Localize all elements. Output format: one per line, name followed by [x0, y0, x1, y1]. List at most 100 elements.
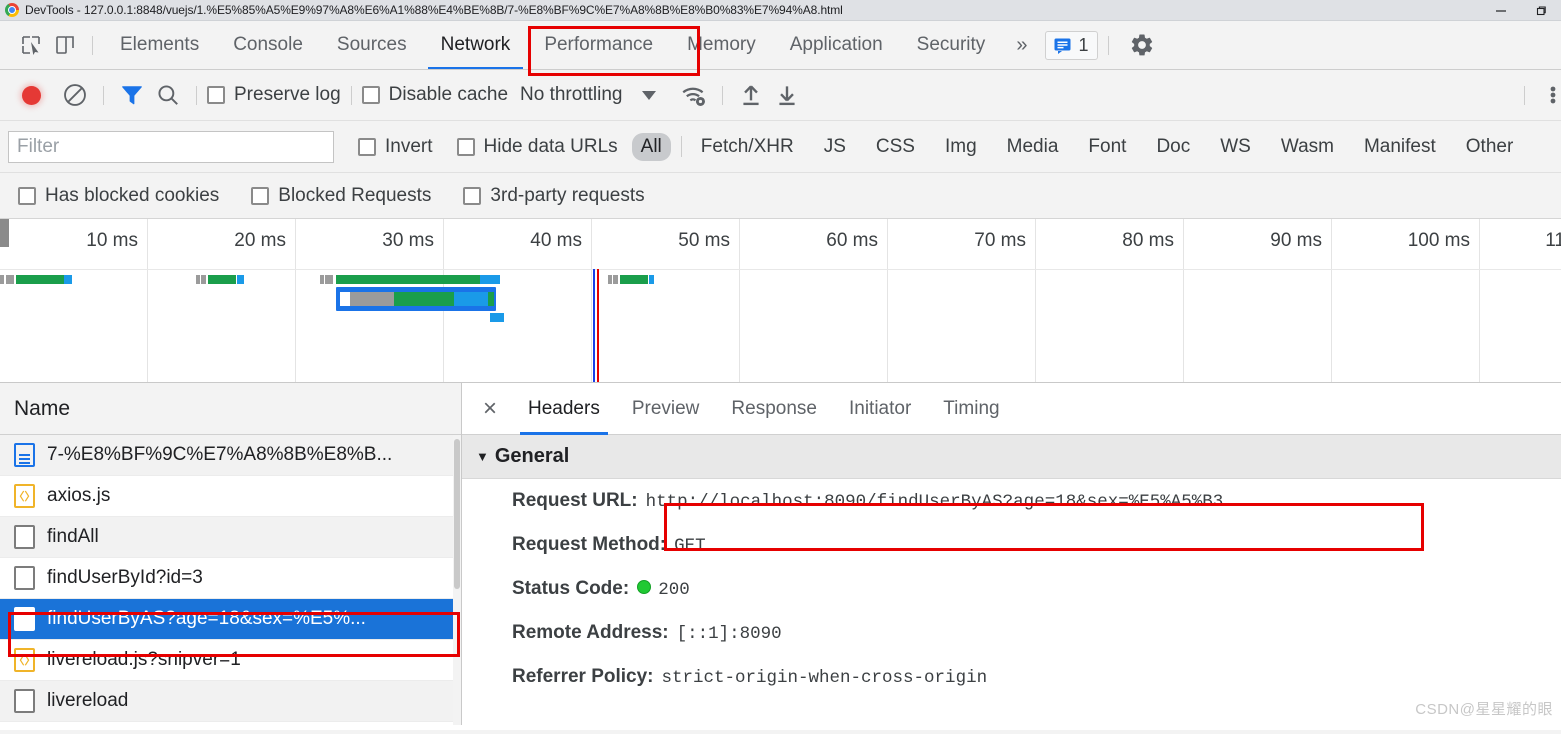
filter-type-ws[interactable]: WS [1211, 133, 1260, 161]
detail-key: Referrer Policy: [512, 666, 654, 687]
console-message-badge[interactable]: 1 [1045, 30, 1099, 60]
tab-label: Performance [544, 34, 654, 55]
filter-type-media[interactable]: Media [998, 133, 1068, 161]
detail-key: Status Code: [512, 578, 630, 599]
export-har-button[interactable] [769, 77, 805, 113]
tab-performance[interactable]: Performance [527, 21, 670, 69]
chevron-down-icon[interactable] [642, 90, 657, 100]
tab-application[interactable]: Application [773, 21, 900, 69]
network-content-area: Name 7-%E8%BF%9C%E7%A8%8B%E8%B... 〈〉 axi… [0, 383, 1561, 725]
detail-row-request-method: Request Method: GET [462, 523, 1561, 567]
clear-button[interactable] [57, 77, 93, 113]
minimize-button[interactable] [1481, 0, 1521, 21]
filter-type-wasm[interactable]: Wasm [1272, 133, 1343, 161]
third-party-requests-checkbox[interactable]: 3rd-party requests [463, 185, 645, 207]
detail-row-status-code: Status Code: 200 [462, 567, 1561, 611]
invert-checkbox[interactable]: Invert [358, 136, 433, 158]
network-overview-timeline[interactable]: 10 ms 20 ms 30 ms 40 ms 50 ms 60 ms 70 m… [0, 219, 1561, 383]
filter-toggle-button[interactable] [114, 77, 150, 113]
search-icon [158, 85, 178, 105]
request-list-header[interactable]: Name [0, 383, 461, 435]
tab-elements[interactable]: Elements [103, 21, 216, 69]
disable-cache-checkbox[interactable]: Disable cache [361, 84, 509, 106]
overflow-icon [1550, 86, 1556, 104]
tab-network[interactable]: Network [424, 21, 528, 69]
tab-label: Sources [336, 34, 407, 55]
overview-grabber[interactable] [0, 219, 9, 247]
filter-type-js[interactable]: JS [815, 133, 855, 161]
search-button[interactable] [150, 77, 186, 113]
filter-type-img[interactable]: Img [936, 133, 986, 161]
settings-button[interactable] [1129, 32, 1155, 58]
table-row[interactable]: 〈〉 livereload.js?snipver=1 [0, 640, 461, 681]
blocked-requests-checkbox[interactable]: Blocked Requests [251, 185, 431, 207]
checkbox-box [361, 86, 380, 104]
filter-type-other[interactable]: Other [1457, 133, 1523, 161]
toolbar-divider-6 [722, 85, 724, 105]
has-blocked-cookies-checkbox[interactable]: Has blocked cookies [18, 185, 219, 207]
devtools-tab-strip: Elements Console Sources Network Perform… [0, 21, 1561, 70]
preserve-log-checkbox[interactable]: Preserve log [207, 84, 341, 106]
tab-timing[interactable]: Timing [927, 383, 1015, 435]
detail-value: GET [674, 536, 706, 556]
window-bottom-edge [0, 730, 1561, 734]
tab-memory[interactable]: Memory [670, 21, 773, 69]
throttling-select[interactable]: No throttling [520, 84, 622, 106]
window-title: DevTools - 127.0.0.1:8848/vuejs/1.%E5%85… [25, 3, 843, 17]
table-row[interactable]: findUserById?id=3 [0, 558, 461, 599]
network-conditions-button[interactable] [676, 77, 712, 113]
watermark: CSDN@星星耀的眼 [1415, 701, 1553, 718]
tab-headers[interactable]: Headers [512, 383, 616, 435]
inspect-element-icon[interactable] [14, 28, 48, 62]
tab-label: Elements [120, 34, 200, 55]
filter-type-css[interactable]: CSS [867, 133, 924, 161]
table-row-selected[interactable]: findUserByAS?age=18&sex=%E5%... [0, 599, 461, 640]
window-controls [1481, 0, 1561, 21]
message-icon [1054, 38, 1071, 54]
filter-type-all[interactable]: All [631, 132, 671, 161]
detail-key: Request URL: [512, 490, 638, 511]
overview-tick-label: 60 ms [826, 230, 878, 251]
document-icon [14, 443, 35, 467]
toolbar-divider [92, 35, 93, 55]
table-row[interactable]: 7-%E8%BF%9C%E7%A8%8B%E8%B... [0, 435, 461, 476]
toolbar-divider-5 [350, 85, 352, 105]
tab-response[interactable]: Response [715, 383, 833, 435]
general-section-title: General [494, 445, 570, 467]
blocked-requests-label: Blocked Requests [278, 184, 432, 206]
hide-data-urls-checkbox[interactable]: Hide data URLs [456, 136, 618, 158]
more-tabs-icon[interactable]: » [1002, 34, 1041, 57]
maximize-button[interactable] [1521, 0, 1561, 21]
close-icon[interactable]: × [468, 387, 512, 431]
table-row[interactable]: 〈〉 axios.js [0, 476, 461, 517]
table-row[interactable]: findAll [0, 517, 461, 558]
filter-type-font[interactable]: Font [1079, 133, 1135, 161]
checkbox-box [251, 186, 270, 205]
overview-request-bar [320, 275, 500, 284]
filter-type-doc[interactable]: Doc [1147, 133, 1199, 161]
tab-security[interactable]: Security [900, 21, 1003, 69]
overview-tick-label: 11 [1545, 230, 1561, 251]
request-filters-row: Has blocked cookies Blocked Requests 3rd… [0, 173, 1561, 219]
tab-console[interactable]: Console [216, 21, 320, 69]
table-row[interactable]: livereload [0, 681, 461, 722]
overview-tick-label: 50 ms [678, 230, 730, 251]
filter-row: Invert Hide data URLs All Fetch/XHR JS C… [0, 121, 1561, 173]
tab-initiator[interactable]: Initiator [833, 383, 927, 435]
request-name: findAll [47, 526, 99, 547]
overview-tick-label: 70 ms [974, 230, 1026, 251]
request-list-scrollbar[interactable] [453, 435, 461, 725]
more-network-options[interactable] [1535, 77, 1561, 113]
record-button-icon[interactable] [22, 85, 41, 105]
general-section-header[interactable]: ▼ General [462, 435, 1561, 479]
filter-type-manifest[interactable]: Manifest [1355, 133, 1445, 161]
detail-value: [::1]:8090 [676, 624, 782, 644]
import-har-button[interactable] [733, 77, 769, 113]
chrome-logo-icon [5, 3, 19, 17]
tab-sources[interactable]: Sources [320, 21, 424, 69]
filter-type-fetch-xhr[interactable]: Fetch/XHR [692, 133, 803, 161]
tab-preview[interactable]: Preview [616, 383, 716, 435]
device-toolbar-icon[interactable] [48, 28, 82, 62]
filter-input[interactable] [8, 130, 334, 163]
disable-cache-label: Disable cache [388, 84, 509, 105]
